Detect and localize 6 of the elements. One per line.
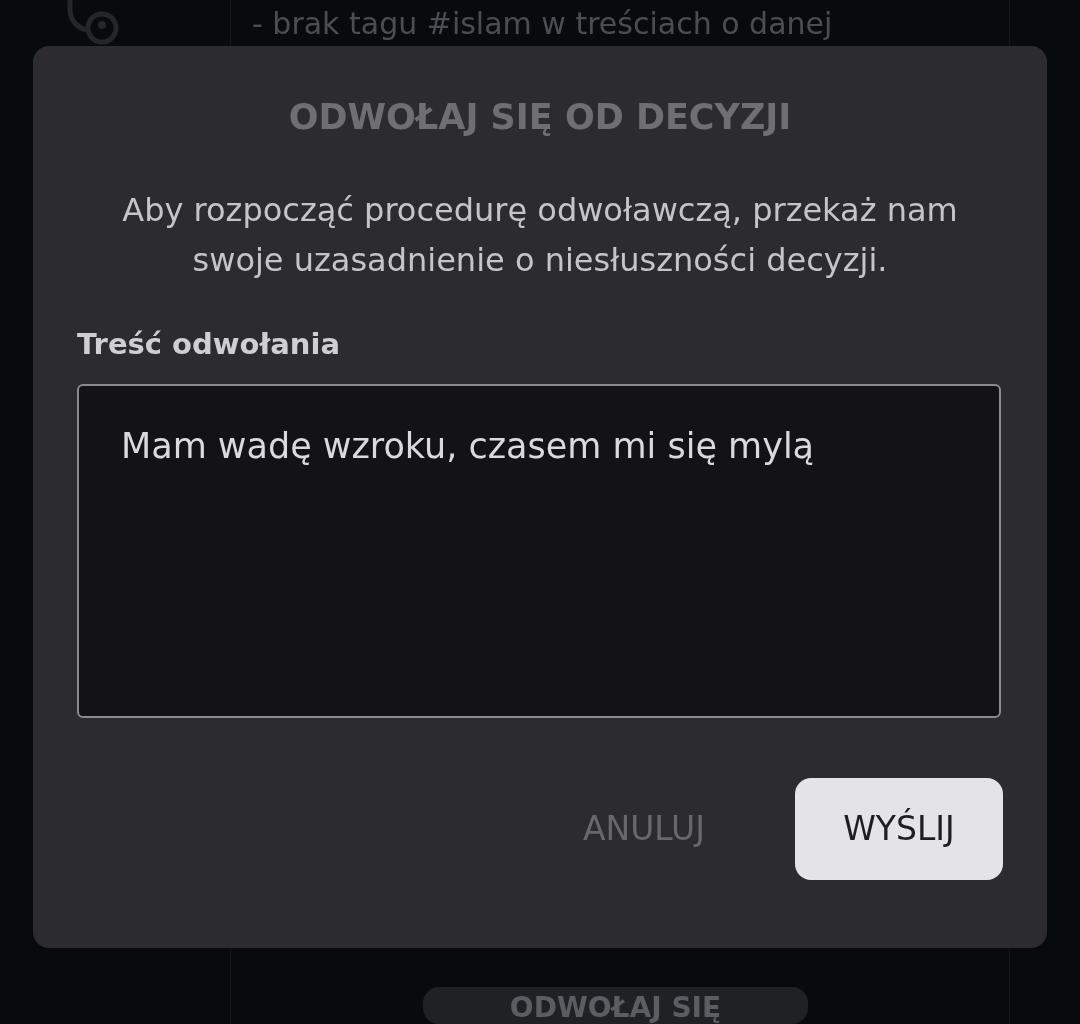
appeal-text-field[interactable]: Mam wadę wzroku, czasem mi się mylą bbox=[77, 383, 1001, 718]
field-label: Treść odwołania bbox=[77, 326, 341, 363]
dialog-title: ODWOŁAJ SIĘ OD DECYZJI bbox=[287, 96, 793, 138]
send-button[interactable]: WYŚLIJ bbox=[795, 777, 1003, 880]
dialog-message: Aby rozpocząć procedurę odwoławczą, przekaż nam swoje uzasadnienie o niesłuszności decyzji. bbox=[121, 190, 959, 281]
background-text: - brak tagu #islam w treściach o danej bbox=[252, 6, 833, 42]
